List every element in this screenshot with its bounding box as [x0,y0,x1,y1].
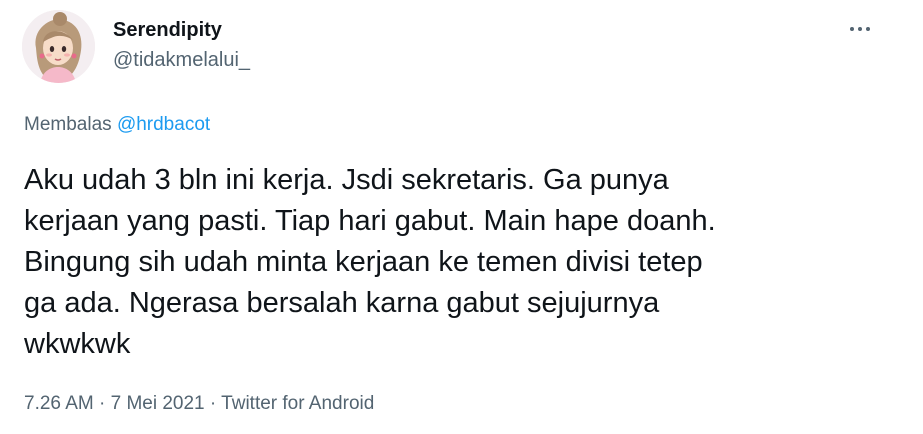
avatar[interactable] [22,10,95,83]
tweet: Serendipity @tidakmelalui_ Membalas @hrd… [0,0,923,434]
tweet-meta: 7.26 AM · 7 Mei 2021 · Twitter for Andro… [24,392,374,416]
meta-separator: · [93,393,111,414]
more-dots-icon [866,27,870,31]
user-handle[interactable]: @tidakmelalui_ [113,48,250,72]
reply-prefix: Membalas [24,114,112,135]
avatar-image [22,10,95,83]
more-options-button[interactable] [840,14,880,44]
reply-mention-link[interactable]: @hrdbacot [117,114,210,135]
meta-separator: · [204,393,222,414]
more-dots-icon [858,27,862,31]
tweet-text: Aku udah 3 bln ini kerja. Jsdi sekretari… [24,164,716,360]
tweet-source-link[interactable]: Twitter for Android [221,393,374,414]
reply-context: Membalas @hrdbacot [24,113,210,137]
display-name[interactable]: Serendipity [113,18,222,42]
tweet-date[interactable]: 7 Mei 2021 [111,393,205,414]
tweet-time[interactable]: 7.26 AM [24,393,94,414]
more-dots-icon [850,27,854,31]
